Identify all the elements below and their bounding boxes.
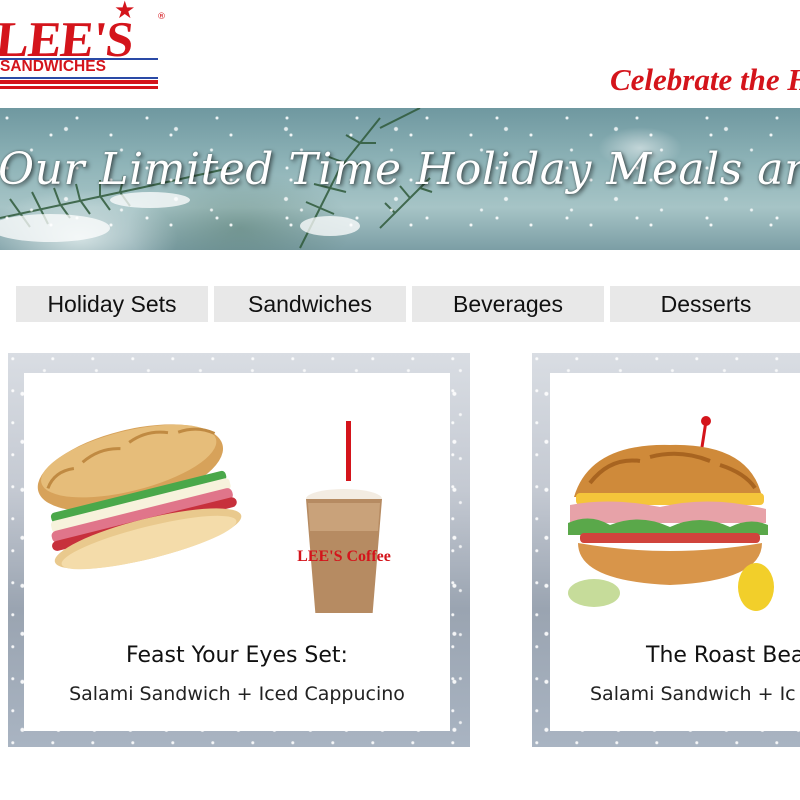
cup-logo: LEE'S Coffee [297, 548, 391, 565]
tab-holiday-sets[interactable]: Holiday Sets [16, 286, 208, 322]
banner-headline: Our Limited Time Holiday Meals are h [0, 144, 800, 195]
card-title: Feast Your Eyes Set: [126, 643, 348, 668]
holiday-set-card[interactable]: LEE'S Coffee Feast Your Eyes Set: Salami… [8, 353, 470, 747]
brand-logo[interactable]: ★ ® LEE'S SANDWICHES [0, 0, 168, 98]
croissant-sandwich-image [568, 416, 774, 611]
card-content-2: The Roast Bea Salami Sandwich + Ic [550, 373, 800, 731]
logo-underline-2 [0, 86, 158, 89]
promo-tagline: Celebrate the H [610, 62, 800, 97]
logo-underline [0, 80, 158, 84]
registered-mark: ® [157, 12, 166, 22]
tab-sandwiches[interactable]: Sandwiches [214, 286, 406, 322]
card-subtitle-2: Salami Sandwich + Ic [590, 683, 796, 705]
holiday-banner: Our Limited Time Holiday Meals are h [0, 108, 800, 250]
tab-beverages[interactable]: Beverages [412, 286, 604, 322]
tab-desserts[interactable]: Desserts [610, 286, 800, 322]
card-content: LEE'S Coffee Feast Your Eyes Set: Salami… [24, 373, 450, 731]
logo-wordmark: LEE'S [0, 11, 136, 67]
logo-subtitle: SANDWICHES [0, 58, 106, 75]
card-title-2: The Roast Bea [646, 643, 800, 668]
sandwich-and-coffee-image: LEE'S Coffee [37, 421, 391, 613]
card-subtitle: Salami Sandwich + Iced Cappucino [69, 683, 405, 705]
holiday-set-card-2[interactable]: The Roast Bea Salami Sandwich + Ic [532, 353, 800, 747]
